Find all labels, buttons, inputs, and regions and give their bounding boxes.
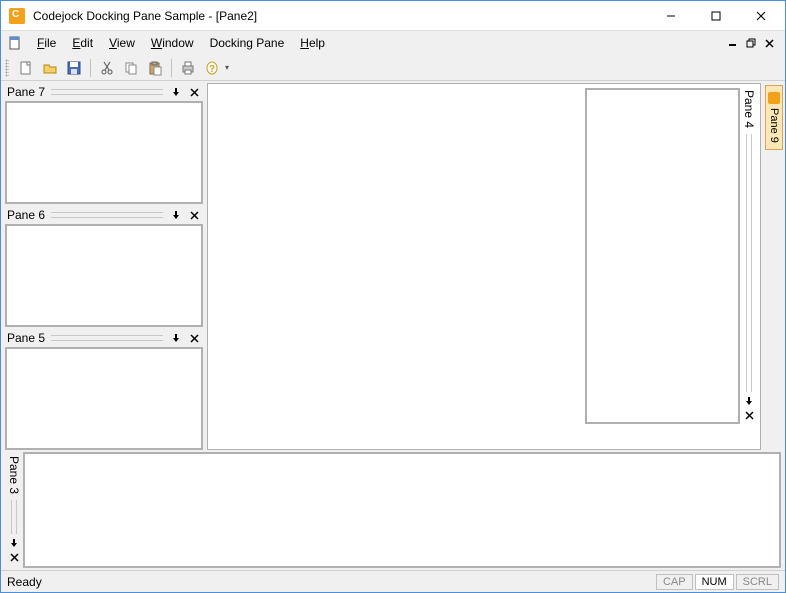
- about-button[interactable]: ?: [201, 57, 223, 79]
- pin-icon[interactable]: [7, 536, 21, 550]
- menu-docking-pane[interactable]: Docking Pane: [202, 33, 293, 53]
- pane-5-title: Pane 5: [7, 331, 45, 345]
- app-icon: [9, 8, 25, 24]
- close-icon[interactable]: [742, 408, 756, 422]
- right-autohide-strip: Pane 9: [763, 81, 785, 452]
- pane-3-header[interactable]: Pane 3: [5, 452, 23, 568]
- close-icon[interactable]: [187, 85, 201, 99]
- menu-view[interactable]: View: [101, 33, 143, 53]
- left-dock-column: Pane 7 Pane 6 Pane 5: [1, 81, 205, 452]
- window-controls: [648, 1, 783, 30]
- status-cap: CAP: [656, 574, 693, 590]
- mdi-document-icon[interactable]: [7, 35, 23, 51]
- document-pane2[interactable]: Pane 4: [207, 83, 761, 450]
- status-text: Ready: [7, 575, 654, 589]
- workspace: Pane 7 Pane 6 Pane 5: [1, 81, 785, 570]
- pane-3: Pane 3: [1, 452, 785, 570]
- menu-window[interactable]: Window: [143, 33, 202, 53]
- pane-grip[interactable]: [51, 89, 163, 95]
- close-icon[interactable]: [7, 550, 21, 564]
- mdi-restore-button[interactable]: [743, 36, 759, 50]
- save-button[interactable]: [63, 57, 85, 79]
- pane-3-title: Pane 3: [7, 456, 21, 494]
- pane-7-body[interactable]: [5, 101, 203, 204]
- pin-icon[interactable]: [169, 208, 183, 222]
- status-num: NUM: [695, 574, 734, 590]
- pin-icon[interactable]: [742, 394, 756, 408]
- pane-icon: [768, 92, 780, 104]
- pane-5: Pane 5: [5, 329, 203, 450]
- menu-edit[interactable]: Edit: [64, 33, 101, 53]
- window-title: Codejock Docking Pane Sample - [Pane2]: [33, 9, 648, 23]
- pane-5-body[interactable]: [5, 347, 203, 450]
- pane-grip[interactable]: [746, 134, 752, 392]
- pane-3-body[interactable]: [23, 452, 781, 568]
- status-scrl: SCRL: [736, 574, 779, 590]
- upper-region: Pane 7 Pane 6 Pane 5: [1, 81, 785, 452]
- pin-icon[interactable]: [169, 331, 183, 345]
- pane-grip[interactable]: [51, 212, 163, 218]
- menubar: File Edit View Window Docking Pane Help: [1, 31, 785, 55]
- toolbar-separator: [90, 59, 91, 77]
- print-button[interactable]: [177, 57, 199, 79]
- toolbar-overflow-button[interactable]: ▾: [225, 63, 235, 72]
- pane-6-body[interactable]: [5, 224, 203, 327]
- pane-7: Pane 7: [5, 83, 203, 204]
- pane-4-header[interactable]: Pane 4: [740, 86, 758, 426]
- toolbar-separator: [171, 59, 172, 77]
- autohide-tab-label: Pane 9: [768, 108, 780, 143]
- pane-grip[interactable]: [51, 335, 163, 341]
- menu-file[interactable]: File: [29, 33, 64, 53]
- pane-6-header[interactable]: Pane 6: [5, 206, 203, 224]
- close-icon[interactable]: [187, 208, 201, 222]
- pane-6: Pane 6: [5, 206, 203, 327]
- mdi-controls: [725, 36, 781, 50]
- pane-7-header[interactable]: Pane 7: [5, 83, 203, 101]
- pane-4-body[interactable]: [585, 88, 740, 424]
- autohide-tab-pane9[interactable]: Pane 9: [765, 85, 783, 150]
- new-button[interactable]: [15, 57, 37, 79]
- pin-icon[interactable]: [169, 85, 183, 99]
- pane-grip[interactable]: [11, 500, 17, 534]
- close-icon[interactable]: [187, 331, 201, 345]
- menu-help[interactable]: Help: [292, 33, 333, 53]
- paste-button[interactable]: [144, 57, 166, 79]
- pane-4-title: Pane 4: [742, 90, 756, 128]
- cut-button[interactable]: [96, 57, 118, 79]
- pane-5-header[interactable]: Pane 5: [5, 329, 203, 347]
- titlebar: Codejock Docking Pane Sample - [Pane2]: [1, 1, 785, 31]
- minimize-button[interactable]: [648, 1, 693, 30]
- toolbar: ? ▾: [1, 55, 785, 81]
- pane-6-title: Pane 6: [7, 208, 45, 222]
- copy-button[interactable]: [120, 57, 142, 79]
- document-area: Pane 4: [205, 81, 763, 452]
- svg-text:?: ?: [209, 64, 215, 75]
- statusbar: Ready CAP NUM SCRL: [1, 570, 785, 592]
- maximize-button[interactable]: [693, 1, 738, 30]
- mdi-close-button[interactable]: [761, 36, 777, 50]
- open-button[interactable]: [39, 57, 61, 79]
- close-button[interactable]: [738, 1, 783, 30]
- pane-4: Pane 4: [583, 86, 758, 426]
- mdi-minimize-button[interactable]: [725, 36, 741, 50]
- toolbar-grip[interactable]: [5, 59, 9, 77]
- pane-7-title: Pane 7: [7, 85, 45, 99]
